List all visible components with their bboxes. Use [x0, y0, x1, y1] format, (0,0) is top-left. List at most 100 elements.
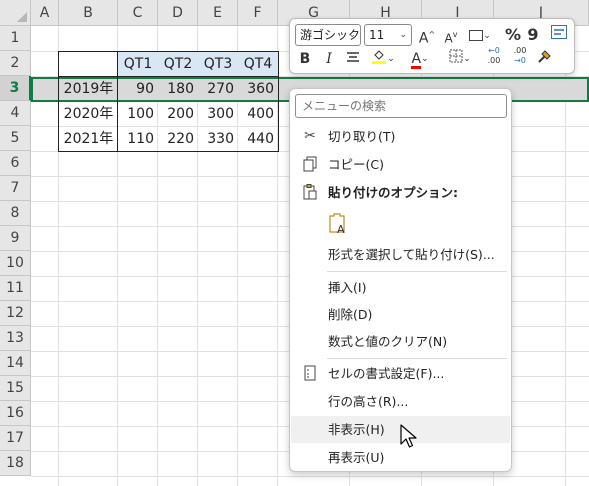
increase-font-size-button[interactable]: A^ [417, 24, 437, 47]
svg-text:A: A [337, 223, 345, 236]
fill-color-button[interactable]: ⌄ [367, 48, 399, 70]
column-header-e[interactable]: E [198, 0, 238, 26]
borders-icon [449, 49, 463, 63]
menu-search-input[interactable] [295, 94, 507, 118]
table-cell[interactable]: 360 [238, 77, 278, 102]
wrap-text-button[interactable] [549, 24, 569, 46]
menu-item-label: 数式と値のクリア(N) [328, 334, 448, 349]
font-color-button[interactable]: A⌄ [404, 48, 436, 70]
row-header-14[interactable]: 14 [0, 351, 31, 376]
decrease-decimal-button[interactable]: .00 →0 [509, 46, 531, 68]
align-center-icon [347, 52, 359, 62]
menu-item-cut[interactable]: ✂ 切り取り(T) [291, 123, 510, 150]
copy-icon [301, 151, 319, 178]
row-header-6[interactable]: 6 [0, 151, 31, 176]
table-header-qt1[interactable]: QT1 [118, 52, 158, 77]
italic-button[interactable]: I [320, 48, 338, 70]
table-cell[interactable]: 110 [118, 127, 158, 152]
select-all-corner[interactable] [0, 0, 31, 26]
paste-icon [301, 179, 319, 206]
menu-separator [327, 271, 507, 272]
table-cell[interactable]: 330 [198, 127, 238, 152]
column-header-f[interactable]: F [238, 0, 278, 26]
table-cell[interactable]: 440 [238, 127, 278, 152]
row-header-1[interactable]: 1 [0, 26, 31, 51]
table-cell[interactable]: 200 [158, 102, 198, 127]
font-color-icon: A [411, 51, 422, 69]
font-name-dropdown[interactable]: 游ゴシック ⌄ [295, 24, 361, 46]
row-header-17[interactable]: 17 [0, 426, 31, 451]
menu-item-label: 行の高さ(R)... [328, 394, 409, 409]
menu-item-format-cells[interactable]: セルの書式設定(F)... [291, 360, 510, 387]
column-header-c[interactable]: C [118, 0, 158, 26]
decrease-font-size-button[interactable]: Av [441, 24, 461, 46]
row-header-12[interactable]: 12 [0, 301, 31, 326]
menu-item-label: 切り取り(T) [328, 129, 396, 144]
number-format-button[interactable]: ⌄ [466, 24, 494, 46]
menu-item-label: 形式を選択して貼り付け(S)... [328, 247, 495, 262]
column-header-d[interactable]: D [158, 0, 198, 26]
row-header-4[interactable]: 4 [0, 101, 31, 126]
menu-item-label: 再表示(U) [328, 450, 385, 465]
comma-style-button[interactable]: 9 [525, 24, 541, 46]
align-center-button[interactable] [344, 48, 362, 70]
chevron-down-icon: ⌄ [399, 30, 407, 40]
row-header-3[interactable]: 3 [0, 76, 31, 101]
menu-item-row-height[interactable]: 行の高さ(R)... [291, 388, 510, 415]
bold-button[interactable]: B [296, 48, 314, 70]
menu-item-label: 貼り付けのオプション: [328, 185, 458, 200]
row-header-5[interactable]: 5 [0, 126, 31, 151]
increase-decimal-button[interactable]: ←0 .00 [483, 46, 505, 68]
row-header-13[interactable]: 13 [0, 326, 31, 351]
menu-item-insert[interactable]: 挿入(I) [291, 274, 510, 301]
row-header-2[interactable]: 2 [0, 51, 31, 76]
mini-toolbar: 游ゴシック ⌄ 11 ⌄ A^ Av ⌄ % 9 B I ⌄ A⌄ ⌄ ←0 .… [289, 18, 575, 74]
row-header-10[interactable]: 10 [0, 251, 31, 276]
table-cell[interactable]: 100 [118, 102, 158, 127]
mouse-cursor-icon [400, 424, 417, 448]
table-cell[interactable]: 90 [118, 77, 158, 102]
row-header-9[interactable]: 9 [0, 226, 31, 251]
format-painter-icon [538, 50, 551, 63]
paste-values-icon: A [329, 212, 345, 236]
menu-item-paste-special[interactable]: 形式を選択して貼り付け(S)... [291, 241, 510, 268]
row-header-18[interactable]: 18 [0, 451, 31, 476]
borders-button[interactable]: ⌄ [444, 48, 476, 70]
table-header-qt2[interactable]: QT2 [158, 52, 198, 77]
menu-item-copy[interactable]: コピー(C) [291, 151, 510, 178]
table-row-label[interactable]: 2019年 [59, 77, 118, 102]
context-menu: ✂ 切り取り(T) コピー(C) 貼り付けのオプション: A 形式を選択して貼り… [289, 88, 512, 472]
menu-separator [327, 358, 507, 359]
menu-item-delete[interactable]: 削除(D) [291, 301, 510, 328]
font-size-dropdown[interactable]: 11 ⌄ [364, 24, 412, 46]
table-cell[interactable]: 270 [198, 77, 238, 102]
percent-style-button[interactable]: % [503, 24, 523, 46]
menu-item-label: 削除(D) [328, 307, 373, 322]
column-header-a[interactable]: A [31, 0, 59, 26]
format-cells-icon [301, 360, 319, 387]
font-size-value: 11 [369, 28, 385, 42]
row-header-15[interactable]: 15 [0, 376, 31, 401]
row-header-16[interactable]: 16 [0, 401, 31, 426]
row-header-7[interactable]: 7 [0, 176, 31, 201]
row-header-8[interactable]: 8 [0, 201, 31, 226]
decrease-decimal-icon: .00 [513, 46, 527, 55]
menu-item-label: 非表示(H) [328, 422, 385, 437]
table-cell[interactable]: 400 [238, 102, 278, 127]
paste-option-button[interactable]: A [291, 209, 510, 239]
table-row-label[interactable]: 2021年 [59, 127, 118, 152]
column-header-b[interactable]: B [59, 0, 118, 26]
row-header-11[interactable]: 11 [0, 276, 31, 301]
increase-font-icon: A [418, 30, 429, 47]
table-header-qt3[interactable]: QT3 [198, 52, 238, 77]
table-cell[interactable]: 300 [198, 102, 238, 127]
menu-item-label: 挿入(I) [328, 280, 367, 295]
table-cell[interactable]: 220 [158, 127, 198, 152]
table-cell[interactable]: 180 [158, 77, 198, 102]
format-painter-button[interactable] [535, 48, 555, 70]
table-row-label[interactable]: 2020年 [59, 102, 118, 127]
wrap-text-icon [551, 25, 567, 39]
menu-item-label: セルの書式設定(F)... [328, 366, 445, 381]
menu-item-clear-contents[interactable]: 数式と値のクリア(N) [291, 328, 510, 355]
table-header-qt4[interactable]: QT4 [238, 52, 278, 77]
